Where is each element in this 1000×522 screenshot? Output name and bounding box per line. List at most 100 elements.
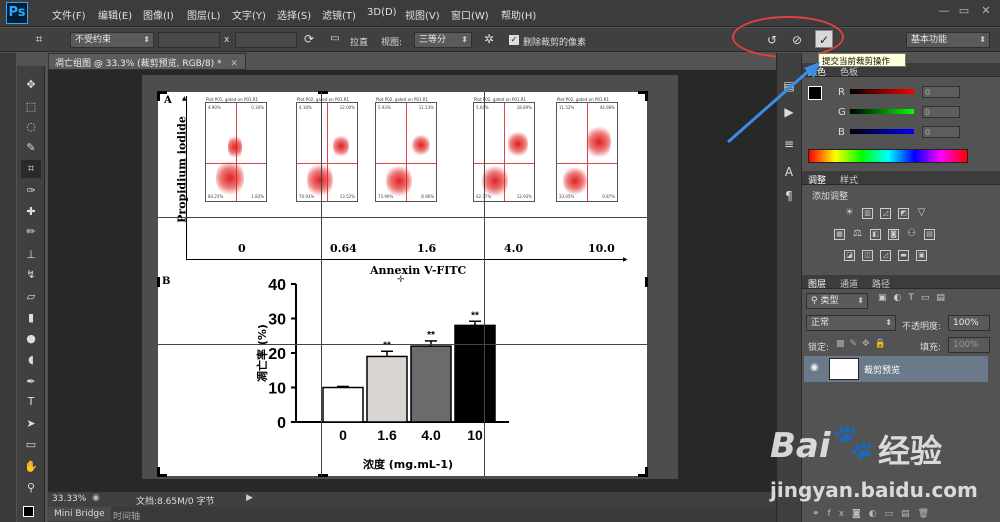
tab-layers[interactable]: 图层 — [808, 277, 826, 290]
minimize-button[interactable]: — — [935, 4, 953, 18]
layer-filter-select[interactable]: ⚲ 类型 ⬍ — [806, 293, 868, 309]
gradient-map-adjust-icon[interactable]: ▬ — [898, 250, 909, 261]
menu-edit[interactable]: 编辑(E) — [98, 7, 132, 22]
zoom-tool-icon[interactable]: ⚲ — [21, 479, 41, 497]
delete-cropped-checkbox[interactable]: ✓ — [509, 35, 519, 45]
commit-tooltip: 提交当前裁剪操作 — [818, 53, 906, 67]
tab-channels[interactable]: 通道 — [840, 277, 858, 290]
menu-file[interactable]: 文件(F) — [52, 7, 86, 22]
menu-image[interactable]: 图像(I) — [143, 7, 174, 22]
character-panel-icon[interactable]: A — [780, 163, 798, 181]
tab-adjustments[interactable]: 调整 — [808, 173, 826, 186]
arrow-head-icon — [804, 62, 820, 78]
eyedropper-tool-icon[interactable]: ✑ — [21, 182, 41, 200]
ratio-select[interactable]: 不受约束 ⬍ — [70, 32, 154, 48]
color-lookup-adjust-icon[interactable]: ▤ — [924, 229, 935, 240]
menu-window[interactable]: 窗口(W) — [451, 7, 489, 22]
crop-tool-icon[interactable]: ⌗ — [21, 160, 41, 178]
red-slider[interactable] — [850, 89, 914, 94]
crop-preview[interactable]: A B Propidium iodide ▲ ▶ Annexin V-FITC … — [157, 91, 648, 477]
layer-name[interactable]: 裁剪预览 — [864, 363, 900, 376]
move-tool-icon[interactable]: ✥ — [21, 76, 41, 94]
eraser-tool-icon[interactable]: ▱ — [21, 288, 41, 306]
paragraph-panel-icon[interactable]: ¶ — [780, 187, 798, 205]
color-balance-adjust-icon[interactable]: ⚖ — [852, 229, 863, 240]
brightness-adjust-icon[interactable]: ☀ — [844, 208, 855, 219]
history-brush-tool-icon[interactable]: ↯ — [21, 266, 41, 284]
view-select[interactable]: 三等分 ⬍ — [414, 32, 472, 48]
swap-icon[interactable]: ⟳ — [300, 30, 318, 48]
fill-field[interactable]: 100% — [948, 337, 990, 353]
straighten-label[interactable]: 拉直 — [350, 35, 368, 48]
path-select-tool-icon[interactable]: ➤ — [21, 415, 41, 433]
highlight-oval — [732, 16, 844, 58]
exposure-adjust-icon[interactable]: ◩ — [898, 208, 909, 219]
curves-adjust-icon[interactable]: ◿ — [880, 208, 891, 219]
posterize-adjust-icon[interactable]: ◫ — [862, 250, 873, 261]
height-field[interactable] — [235, 32, 297, 48]
selective-color-adjust-icon[interactable]: ▣ — [916, 250, 927, 261]
layer-row[interactable]: ◉ 裁剪预览 — [804, 356, 988, 382]
document-tab[interactable]: 凋亡组图 @ 33.3% (裁剪预览, RGB/8) * ✕ — [48, 53, 246, 70]
type-tool-icon[interactable]: T — [21, 393, 41, 411]
opacity-field[interactable]: 100% — [948, 315, 990, 331]
blue-value-field[interactable]: 0 — [922, 126, 960, 138]
invert-adjust-icon[interactable]: ◪ — [844, 250, 855, 261]
pen-tool-icon[interactable]: ✒ — [21, 373, 41, 391]
menu-3d[interactable]: 3D(D) — [367, 7, 397, 18]
timeline-tab[interactable]: 时间轴 — [113, 509, 140, 522]
red-value-field[interactable]: 0 — [922, 86, 960, 98]
menu-filter[interactable]: 滤镜(T) — [322, 7, 356, 22]
close-button[interactable]: ✕ — [977, 4, 995, 18]
channel-mixer-adjust-icon[interactable]: ⚇ — [906, 229, 917, 240]
workspace-select[interactable]: 基本功能 ⬍ — [906, 32, 990, 48]
blur-tool-icon[interactable]: ● — [21, 330, 41, 348]
tab-styles[interactable]: 样式 — [840, 173, 858, 186]
quick-select-tool-icon[interactable]: ✎ — [21, 139, 41, 157]
color-spectrum[interactable] — [808, 149, 968, 163]
marquee-tool-icon[interactable]: ⬚ — [21, 98, 41, 116]
menu-select[interactable]: 选择(S) — [277, 7, 311, 22]
layer-filter-icons[interactable]: ▣◐T▭▤ — [878, 293, 952, 303]
healing-brush-tool-icon[interactable]: ✚ — [21, 203, 41, 221]
tab-paths[interactable]: 路径 — [872, 277, 890, 290]
green-value-field[interactable]: 0 — [922, 106, 960, 118]
blue-slider[interactable] — [850, 129, 914, 134]
foreground-color-swatch[interactable] — [23, 506, 34, 517]
straighten-icon[interactable]: ▭ — [326, 30, 344, 48]
blend-mode-select[interactable]: 正常 ⬍ — [806, 315, 896, 331]
dodge-tool-icon[interactable]: ◖ — [21, 351, 41, 369]
close-tab-icon[interactable]: ✕ — [230, 59, 238, 69]
status-menu-arrow-icon[interactable]: ▶ — [246, 493, 253, 503]
crop-grid-line — [321, 92, 322, 476]
status-icon[interactable]: ◉ — [92, 493, 100, 503]
menu-help[interactable]: 帮助(H) — [501, 7, 536, 22]
menu-view[interactable]: 视图(V) — [405, 7, 440, 22]
levels-adjust-icon[interactable]: ▥ — [862, 208, 873, 219]
threshold-adjust-icon[interactable]: ◿ — [880, 250, 891, 261]
watermark-brand: Bai — [770, 426, 831, 466]
bar — [410, 345, 452, 423]
eye-icon[interactable]: ◉ — [810, 362, 819, 373]
menu-type[interactable]: 文字(Y) — [232, 7, 266, 22]
vibrance-adjust-icon[interactable]: ▽ — [916, 208, 927, 219]
green-slider[interactable] — [850, 109, 914, 114]
photo-filter-adjust-icon[interactable]: ◙ — [888, 229, 899, 240]
mini-bridge-tab[interactable]: Mini Bridge — [48, 507, 111, 521]
rectangle-tool-icon[interactable]: ▭ — [21, 436, 41, 454]
gear-icon[interactable]: ✲ — [480, 30, 498, 48]
crop-tool-preset-icon[interactable]: ⌗ — [30, 30, 48, 48]
maximize-button[interactable]: ▭ — [955, 4, 973, 18]
hue-adjust-icon[interactable]: ▦ — [834, 229, 845, 240]
width-field[interactable] — [158, 32, 220, 48]
bw-adjust-icon[interactable]: ◧ — [870, 229, 881, 240]
clone-stamp-tool-icon[interactable]: ⊥ — [21, 246, 41, 264]
lasso-tool-icon[interactable]: ◌ — [21, 118, 41, 136]
photoshop-logo: Ps — [6, 2, 28, 24]
lock-icons[interactable]: ▩✎✥🔒 — [836, 339, 891, 349]
menu-layer[interactable]: 图层(L) — [187, 7, 220, 22]
zoom-level[interactable]: 33.33% — [52, 494, 86, 504]
hand-tool-icon[interactable]: ✋ — [21, 458, 41, 476]
gradient-tool-icon[interactable]: ▮ — [21, 309, 41, 327]
brush-tool-icon[interactable]: ✏ — [21, 223, 41, 241]
